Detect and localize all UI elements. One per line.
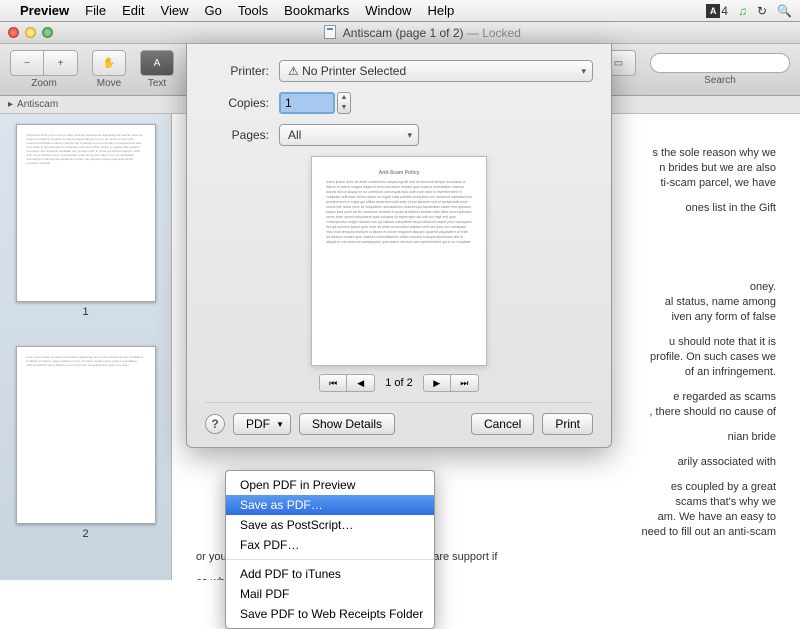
macos-menubar: Preview File Edit View Go Tools Bookmark… — [0, 0, 800, 22]
document-icon — [324, 25, 336, 39]
menu-separator — [226, 559, 434, 560]
move-label: Move — [97, 78, 121, 89]
search-label: Search — [704, 75, 736, 86]
printer-select[interactable]: ⚠︎ No Printer Selected▾ — [279, 60, 593, 82]
printer-label: Printer: — [205, 64, 269, 78]
zoom-label: Zoom — [31, 78, 57, 89]
window-title: Antiscam (page 1 of 2) — Locked — [53, 25, 792, 40]
text-label: Text — [148, 78, 166, 89]
thumbnail-2-label: 2 — [16, 528, 156, 540]
print-preview: Anti-Scam Policy lorem ipsum dolor sit a… — [311, 156, 487, 366]
chevron-right-icon: ▸ — [8, 99, 13, 110]
spotlight-icon[interactable]: 🔍 — [777, 4, 792, 18]
window-titlebar: Antiscam (page 1 of 2) — Locked — [0, 22, 800, 44]
pages-select[interactable]: All▾ — [279, 124, 419, 146]
pdf-dropdown-menu: Open PDF in Preview Save as PDF… Save as… — [225, 470, 435, 629]
text-tool-button[interactable]: A — [140, 50, 174, 76]
menu-save-as-pdf[interactable]: Save as PDF… — [226, 495, 434, 515]
copies-label: Copies: — [205, 96, 269, 110]
first-page-button[interactable]: ⏮ — [319, 374, 347, 392]
page-thumbnail-2[interactable]: lorem ipsum dolor sit amet consectetur a… — [16, 346, 156, 524]
thumbnail-preview: lorem ipsum dolor sit amet consectetur a… — [17, 347, 155, 523]
pages-label: Pages: — [205, 128, 269, 142]
print-pager: ⏮ ◀ 1 of 2 ▶ ⏭ — [205, 374, 593, 392]
menu-save-as-postscript[interactable]: Save as PostScript… — [226, 515, 434, 535]
cancel-button[interactable]: Cancel — [471, 413, 534, 435]
print-button[interactable]: Print — [542, 413, 593, 435]
copies-input[interactable] — [279, 92, 335, 114]
page-thumbnail-1[interactable]: Anti-Scam Policy lorem ipsum dolor sit a… — [16, 124, 156, 302]
bookmarks-menu[interactable]: Bookmarks — [284, 3, 349, 18]
chevron-down-icon: ▼ — [276, 420, 284, 429]
print-dialog: Printer: ⚠︎ No Printer Selected▾ Copies:… — [186, 44, 612, 448]
chevron-updown-icon: ▾ — [581, 66, 586, 77]
help-menu[interactable]: Help — [427, 3, 454, 18]
menu-open-pdf-preview[interactable]: Open PDF in Preview — [226, 475, 434, 495]
menu-fax-pdf[interactable]: Fax PDF… — [226, 535, 434, 555]
thumbnail-1-label: 1 — [16, 306, 156, 318]
pdf-dropdown-button[interactable]: PDF▼ — [233, 413, 291, 435]
move-tool-button[interactable]: ✋ — [92, 50, 126, 76]
page-indicator: 1 of 2 — [385, 377, 413, 389]
thumbnail-sidebar: Anti-Scam Policy lorem ipsum dolor sit a… — [0, 114, 172, 580]
traffic-lights — [8, 27, 53, 38]
edit-menu[interactable]: Edit — [122, 3, 144, 18]
chevron-updown-icon: ▾ — [407, 130, 412, 141]
window-menu[interactable]: Window — [365, 3, 411, 18]
document-name: Antiscam — [17, 99, 58, 110]
itunes-icon[interactable]: ♫ — [738, 4, 747, 18]
prev-page-button[interactable]: ◀ — [347, 374, 375, 392]
search-input[interactable] — [650, 53, 790, 73]
zoom-in-button[interactable]: + — [44, 50, 78, 76]
view-menu[interactable]: View — [161, 3, 189, 18]
close-button[interactable] — [8, 27, 19, 38]
file-menu[interactable]: File — [85, 3, 106, 18]
tools-menu[interactable]: Tools — [238, 3, 268, 18]
menu-save-pdf-web-receipts[interactable]: Save PDF to Web Receipts Folder — [226, 604, 434, 624]
help-button[interactable]: ? — [205, 414, 225, 434]
minimize-button[interactable] — [25, 27, 36, 38]
next-page-button[interactable]: ▶ — [423, 374, 451, 392]
last-page-button[interactable]: ⏭ — [451, 374, 479, 392]
show-details-button[interactable]: Show Details — [299, 413, 395, 435]
zoom-out-button[interactable]: − — [10, 50, 44, 76]
zoom-button[interactable] — [42, 27, 53, 38]
menu-mail-pdf[interactable]: Mail PDF — [226, 584, 434, 604]
thumbnail-preview: Anti-Scam Policy lorem ipsum dolor sit a… — [17, 125, 155, 301]
copies-stepper[interactable]: ▲▼ — [337, 92, 351, 114]
adobe-status-icon[interactable]: A4 — [706, 4, 728, 18]
menu-add-pdf-itunes[interactable]: Add PDF to iTunes — [226, 564, 434, 584]
app-menu[interactable]: Preview — [20, 3, 69, 18]
timemachine-icon[interactable]: ↻ — [757, 4, 767, 18]
go-menu[interactable]: Go — [204, 3, 221, 18]
